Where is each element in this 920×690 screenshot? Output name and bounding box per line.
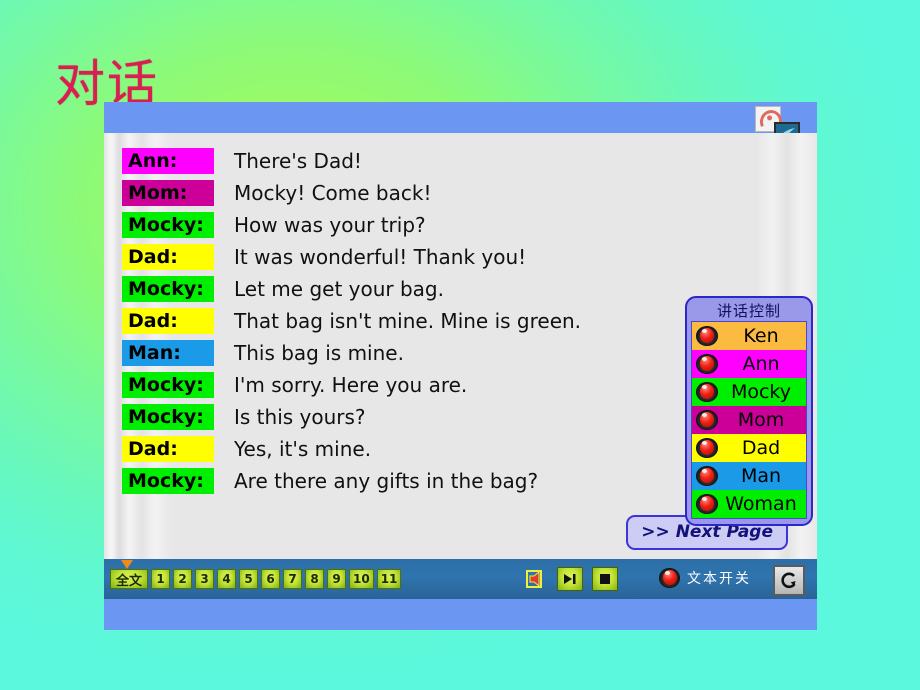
- page-button-6[interactable]: 6: [261, 569, 280, 589]
- speaker-label: Mocky:: [122, 468, 214, 494]
- speaker-control-panel: 讲话控制 Ken Ann Mocky Mom Dad Man Woman: [685, 296, 813, 526]
- utterance-text: It was wonderful! Thank you!: [234, 245, 527, 269]
- page-button-10[interactable]: 10: [349, 569, 374, 589]
- window-titlebar: [104, 102, 817, 148]
- utterance-text: Let me get your bag.: [234, 277, 444, 301]
- page-button-11[interactable]: 11: [376, 569, 402, 589]
- utterance-text: I'm sorry. Here you are.: [234, 373, 468, 397]
- dialogue-line: Dad: It was wonderful! Thank you!: [122, 243, 682, 271]
- speaker-label: Mocky:: [122, 372, 214, 398]
- speaker-label: Dad:: [122, 308, 214, 334]
- led-icon: [696, 438, 718, 458]
- dialogue-line: Mocky: How was your trip?: [122, 211, 682, 239]
- content-area: Ann: There's Dad! Mom: Mocky! Come back!…: [104, 133, 817, 559]
- speaker-button-label: Mocky: [730, 381, 792, 403]
- speaker-button-label: Dad: [741, 437, 781, 459]
- main-window: Ann: There's Dad! Mom: Mocky! Come back!…: [104, 102, 817, 630]
- speaker-button-mocky[interactable]: Mocky: [692, 378, 806, 406]
- dialogue-line: Mom: Mocky! Come back!: [122, 179, 682, 207]
- stop-icon: [600, 574, 610, 584]
- window-bottom-strip: [104, 599, 817, 630]
- dialogue-list: Ann: There's Dad! Mom: Mocky! Come back!…: [122, 147, 682, 499]
- speaker-label: Mocky:: [122, 404, 214, 430]
- speaker-button-label: Ken: [743, 325, 779, 347]
- dialogue-line: Dad: That bag isn't mine. Mine is green.: [122, 307, 682, 335]
- speaker-button-mom[interactable]: Mom: [692, 406, 806, 434]
- page-button-group: 全文 1 2 3 4 5 6 7 8 9 10 11: [110, 569, 402, 589]
- utterance-text: Are there any gifts in the bag?: [234, 469, 539, 493]
- refresh-button[interactable]: [773, 565, 805, 596]
- utterance-text: This bag is mine.: [234, 341, 404, 365]
- media-control-group: [524, 567, 618, 591]
- speaker-button-ken[interactable]: Ken: [692, 322, 806, 350]
- dialogue-line: Mocky: Is this yours?: [122, 403, 682, 431]
- led-icon: [696, 410, 718, 430]
- speaker-label: Mocky:: [122, 276, 214, 302]
- dialogue-line: Mocky: I'm sorry. Here you are.: [122, 371, 682, 399]
- utterance-text: Mocky! Come back!: [234, 181, 432, 205]
- speaker-panel-title: 讲话控制: [716, 302, 781, 320]
- speaker-icon[interactable]: [524, 567, 548, 591]
- dialogue-line: Man: This bag is mine.: [122, 339, 682, 367]
- page-button-9[interactable]: 9: [327, 569, 346, 589]
- page-button-3[interactable]: 3: [195, 569, 214, 589]
- utterance-text: That bag isn't mine. Mine is green.: [234, 309, 582, 333]
- speaker-label: Ann:: [122, 148, 214, 174]
- page-button-5[interactable]: 5: [239, 569, 258, 589]
- speaker-button-label: Woman: [725, 493, 797, 515]
- speaker-label: Man:: [122, 340, 214, 366]
- speaker-button-woman[interactable]: Woman: [692, 490, 806, 518]
- led-icon: [696, 494, 718, 514]
- utterance-text: There's Dad!: [234, 149, 362, 173]
- speaker-button-man[interactable]: Man: [692, 462, 806, 490]
- play-next-icon: [564, 574, 576, 584]
- bottom-toolbar: 全文 1 2 3 4 5 6 7 8 9 10 11 文本开关: [104, 559, 817, 599]
- led-icon: [696, 326, 718, 346]
- page-button-8[interactable]: 8: [305, 569, 324, 589]
- utterance-text: Yes, it's mine.: [234, 437, 372, 461]
- speaker-label: Dad:: [122, 244, 214, 270]
- dialogue-line: Ann: There's Dad!: [122, 147, 682, 175]
- utterance-text: How was your trip?: [234, 213, 426, 237]
- page-button-1[interactable]: 1: [151, 569, 170, 589]
- speaker-button-label: Ann: [742, 353, 780, 375]
- speaker-button-label: Mom: [737, 409, 785, 431]
- page-button-full-text[interactable]: 全文: [110, 569, 148, 589]
- speaker-button-list: Ken Ann Mocky Mom Dad Man Woman: [691, 321, 807, 519]
- led-icon: [696, 354, 718, 374]
- refresh-icon: [781, 572, 796, 588]
- speaker-button-ann[interactable]: Ann: [692, 350, 806, 378]
- utterance-text: Is this yours?: [234, 405, 366, 429]
- slide: 对话 Ann: There's Dad! Mom: Mocky! Come ba…: [0, 0, 920, 690]
- page-button-2[interactable]: 2: [173, 569, 192, 589]
- speaker-button-label: Man: [740, 465, 782, 487]
- stop-button[interactable]: [592, 567, 618, 591]
- led-icon: [659, 568, 680, 588]
- led-icon: [696, 382, 718, 402]
- dialogue-line: Mocky: Are there any gifts in the bag?: [122, 467, 682, 495]
- speaker-label: Mom:: [122, 180, 214, 206]
- text-toggle-label: 文本开关: [687, 571, 751, 587]
- speaker-label: Mocky:: [122, 212, 214, 238]
- speaker-label: Dad:: [122, 436, 214, 462]
- play-next-button[interactable]: [557, 567, 583, 591]
- page-button-4[interactable]: 4: [217, 569, 236, 589]
- page-button-7[interactable]: 7: [283, 569, 302, 589]
- dialogue-line: Dad: Yes, it's mine.: [122, 435, 682, 463]
- text-toggle-button[interactable]: 文本开关: [659, 568, 751, 588]
- speaker-button-dad[interactable]: Dad: [692, 434, 806, 462]
- dialogue-line: Mocky: Let me get your bag.: [122, 275, 682, 303]
- led-icon: [696, 466, 718, 486]
- current-page-marker-icon: [121, 560, 133, 569]
